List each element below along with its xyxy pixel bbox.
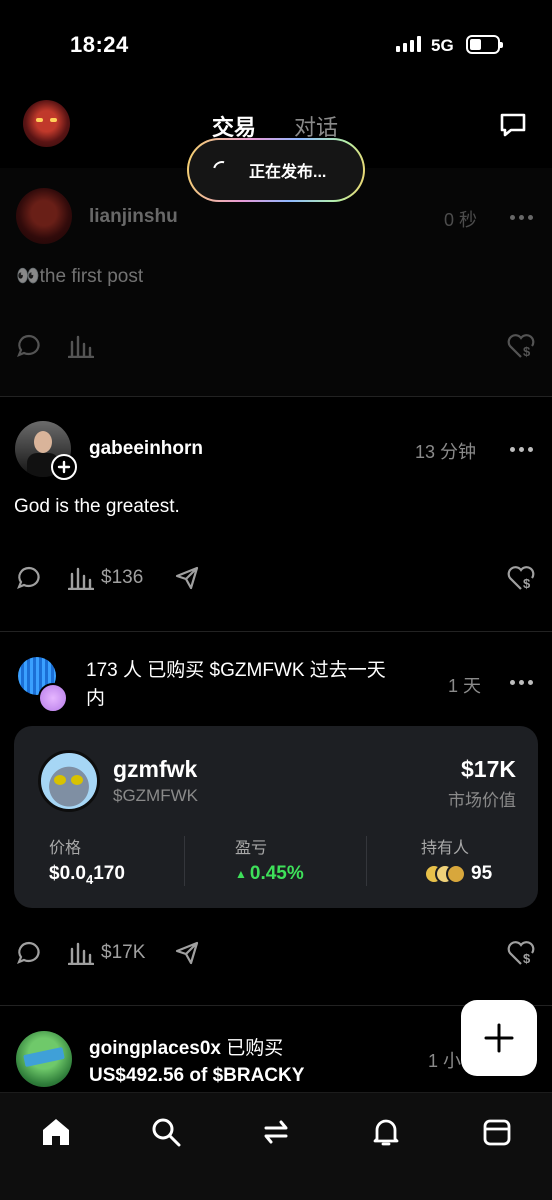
- pnl-label: 盈亏: [235, 840, 268, 857]
- svg-text:$: $: [523, 576, 531, 591]
- post-activity: goingplaces0x 已购买 US$492.56 of $BRACKY: [89, 1038, 305, 1086]
- post-time: 1 小: [428, 1051, 462, 1071]
- views-value: $136: [101, 567, 144, 588]
- tip-heart-icon[interactable]: $: [506, 564, 536, 597]
- profile-avatar[interactable]: [23, 100, 70, 147]
- triangle-up-icon: ▲: [235, 867, 247, 881]
- market-cap-label: 市场价值: [448, 791, 516, 810]
- swap-icon[interactable]: [260, 1116, 292, 1153]
- tip-heart-icon[interactable]: $: [506, 939, 536, 972]
- activity-text: 173 人 已购买 $GZMFWK 过去一天 内: [86, 660, 386, 709]
- token-avatar: [38, 750, 100, 812]
- svg-text:$: $: [523, 951, 531, 966]
- network-type: 5G: [431, 36, 454, 55]
- home-icon[interactable]: [40, 1116, 72, 1153]
- post-time: 0 秒: [444, 210, 478, 230]
- holders-avatars-icon: [424, 864, 466, 884]
- post-text: God is the greatest.: [14, 496, 180, 517]
- comment-icon[interactable]: [16, 940, 42, 971]
- stats-icon[interactable]: [67, 941, 95, 970]
- follow-plus-icon[interactable]: [51, 454, 77, 480]
- share-icon[interactable]: [174, 565, 200, 596]
- loading-spinner-icon: [209, 157, 235, 183]
- post-divider: [0, 396, 552, 397]
- status-bar: 18:24 5G: [0, 0, 552, 90]
- token-icon-purple: [38, 683, 68, 713]
- new-post-button[interactable]: [461, 1000, 537, 1076]
- stats-icon[interactable]: [67, 566, 95, 595]
- token-card[interactable]: gzmfwk $GZMFWK $17K 市场价值 价格 $0.04170 盈亏 …: [14, 726, 538, 908]
- more-options-icon[interactable]: [510, 680, 533, 685]
- token-name: gzmfwk: [113, 756, 198, 782]
- battery-icon: [466, 35, 503, 54]
- more-options-icon[interactable]: [510, 215, 533, 220]
- more-options-icon[interactable]: [510, 447, 533, 452]
- publishing-label: 正在发布...: [249, 164, 327, 181]
- avatar[interactable]: [16, 188, 72, 244]
- post-username[interactable]: gabeeinhorn: [89, 438, 203, 460]
- tip-heart-icon[interactable]: $: [506, 332, 536, 365]
- token-ticker: $GZMFWK: [113, 786, 198, 805]
- views-value: $17K: [101, 942, 146, 963]
- post-username[interactable]: goingplaces0x: [89, 1038, 221, 1059]
- chat-bubble-icon[interactable]: [498, 110, 528, 140]
- wallet-icon[interactable]: [481, 1116, 513, 1153]
- market-cap-value: $17K: [461, 756, 516, 782]
- post-time: 1 天: [448, 676, 482, 696]
- pnl-value: ▲ 0.45%: [235, 863, 304, 884]
- price-value: $0.04170: [49, 863, 125, 887]
- stats-icon[interactable]: [67, 334, 95, 363]
- comment-icon[interactable]: [16, 565, 42, 596]
- post-time: 13 分钟: [415, 442, 477, 462]
- stat-divider: [184, 836, 185, 886]
- status-time: 18:24: [70, 32, 129, 57]
- price-label: 价格: [49, 840, 82, 857]
- bottom-nav: [0, 1092, 552, 1200]
- post-username[interactable]: lianjinshu: [89, 206, 178, 228]
- plus-icon: [484, 1023, 514, 1053]
- signal-icon: [396, 36, 421, 52]
- bell-icon[interactable]: [370, 1116, 402, 1153]
- post-text: 👀the first post: [16, 266, 144, 287]
- post-divider: [0, 631, 552, 632]
- publishing-toast: 正在发布...: [187, 138, 365, 202]
- pending-post: lianjinshu 0 秒 👀the first post $: [0, 168, 552, 396]
- stat-divider: [366, 836, 367, 886]
- share-icon[interactable]: [174, 940, 200, 971]
- svg-text:$: $: [523, 344, 531, 359]
- holders-value: 95: [471, 863, 493, 884]
- avatar[interactable]: [16, 1031, 72, 1087]
- search-icon[interactable]: [150, 1116, 182, 1153]
- holders-label: 持有人: [421, 840, 470, 857]
- comment-icon[interactable]: [16, 333, 42, 364]
